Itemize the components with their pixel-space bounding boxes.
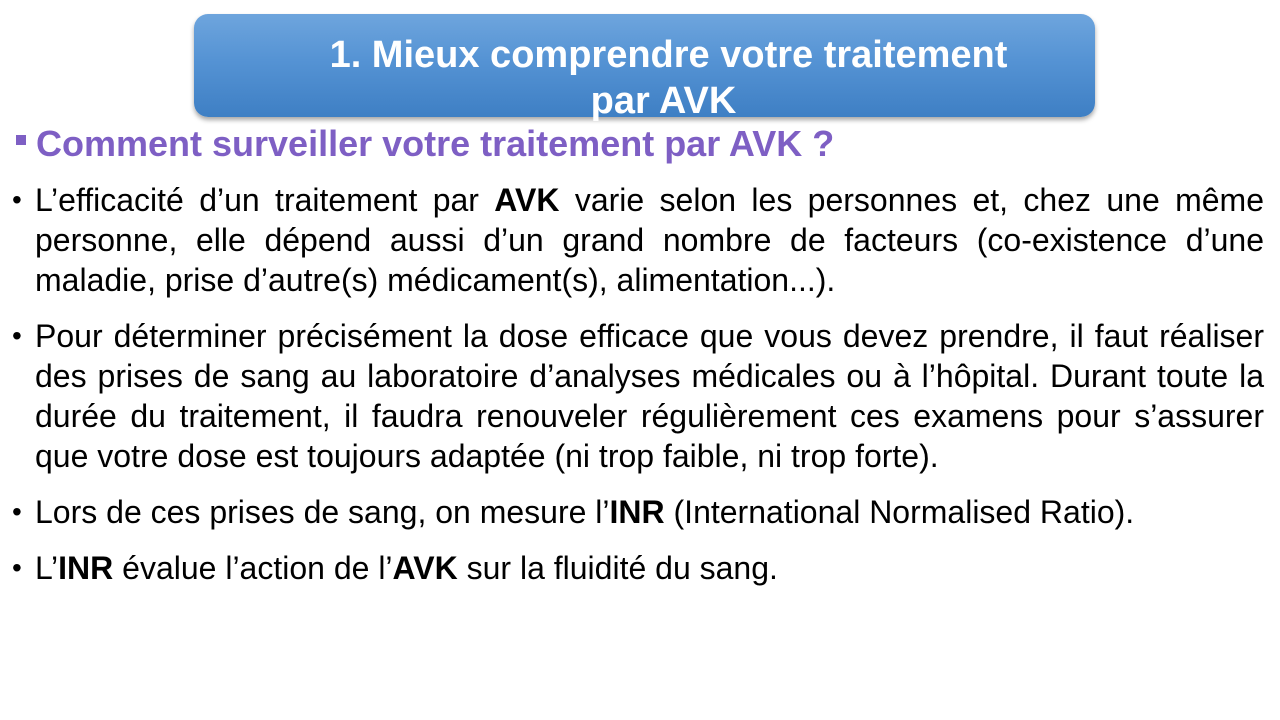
bullet-list: L’efficacité d’un traitement par AVK var… [10,180,1264,588]
bullet-inr-measure: Lors de ces prises de sang, on mesure l’… [10,492,1264,532]
title-line-1: 1. Mieux comprendre votre traitement [329,34,1008,76]
bullet-dose: Pour déterminer précisément la dose effi… [10,316,1264,476]
bullet-bold-avk: AVK [494,182,560,218]
section-heading: Comment surveiller votre traitement par … [10,122,1270,166]
bullet-text: sur la fluidité du sang. [457,550,778,586]
bullet-text: Pour déterminer précisément la dose effi… [35,318,1264,474]
section-heading-text: Comment surveiller votre traitement par … [36,123,835,164]
bullet-text: évalue l’action de l’ [113,550,393,586]
title-banner: 1. Mieux comprendre votre traitement par… [194,14,1095,122]
slide: 1. Mieux comprendre votre traitement par… [0,0,1280,720]
bullet-text: (International Normalised Ratio). [664,494,1135,530]
bullet-text: Lors de ces prises de sang, on mesure l’ [35,494,610,530]
square-bullet-icon [16,135,26,146]
bullet-efficacite: L’efficacité d’un traitement par AVK var… [10,180,1264,300]
bullet-inr-action: L’INR évalue l’action de l’AVK sur la fl… [10,548,1264,588]
slide-title: 1. Mieux comprendre votre traitement par… [194,32,1095,124]
bullet-text: L’efficacité d’un traitement par [35,182,495,218]
bullet-bold-inr: INR [609,494,665,530]
bullet-bold-avk: AVK [392,550,458,586]
bullet-text: L’ [35,550,59,586]
title-line-2: par AVK [590,80,737,122]
bullet-bold-inr: INR [58,550,114,586]
